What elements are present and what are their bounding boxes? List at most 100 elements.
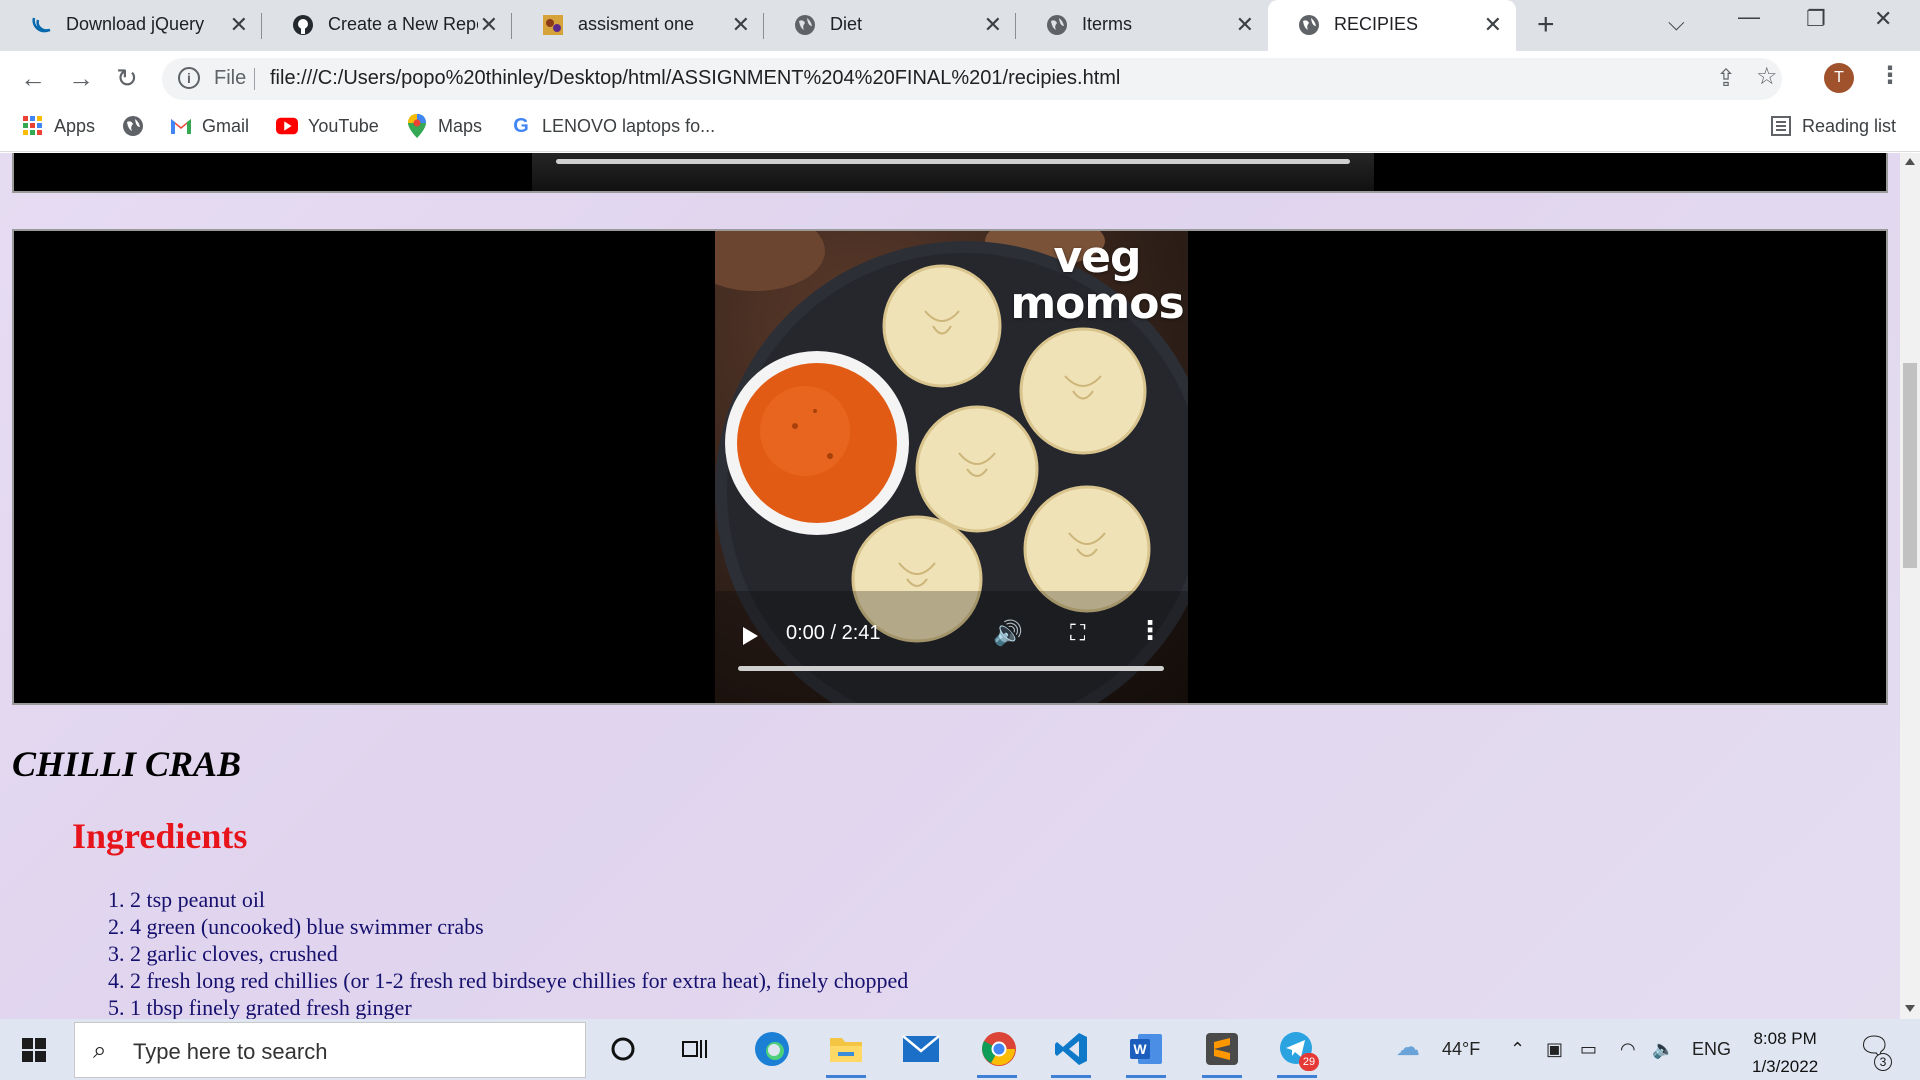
video-time: 0:00 / 2:41 [786, 622, 881, 644]
gmail-icon [170, 115, 192, 137]
battery-icon[interactable]: ▭ [1580, 1039, 1597, 1060]
tab-title: RECIPIES [1334, 14, 1419, 34]
reload-icon[interactable]: ↻ [116, 63, 138, 94]
more-options-icon[interactable]: ⋮ [1137, 615, 1163, 646]
tab-jquery[interactable]: Download jQuery | ✕ [0, 0, 262, 51]
list-item: 5. 1 tbsp finely grated fresh ginger [108, 995, 412, 1019]
image-icon [543, 15, 563, 35]
close-window-icon[interactable]: ✕ [1874, 6, 1892, 32]
tab-title: Create a New Repo [328, 14, 478, 34]
sublime-text-icon[interactable] [1200, 1027, 1244, 1078]
bookmark-globe[interactable] [122, 115, 154, 137]
meet-now-icon[interactable]: ▣ [1546, 1039, 1563, 1060]
telegram-icon[interactable]: 29 [1275, 1027, 1319, 1078]
tab-iterms[interactable]: Iterms ✕ [1016, 0, 1268, 51]
address-bar[interactable]: i File file:///C:/Users/popo%20thinley/D… [162, 58, 1782, 100]
windows-start-icon[interactable] [22, 1038, 46, 1062]
bookmark-label: LENOVO laptops fo... [542, 115, 716, 136]
tab-assisment-one[interactable]: assisment one ✕ [512, 0, 764, 51]
search-icon: ⌕ [93, 1037, 107, 1064]
wifi-icon[interactable]: ◠ [1620, 1039, 1636, 1060]
volume-icon[interactable]: 🔈 [1652, 1039, 1674, 1060]
windows-taskbar: ⌕ Type here to search W 29 ☁ 44°F ⌃ ▣ ▭ … [0, 1019, 1920, 1080]
weather-icon[interactable]: ☁ [1396, 1033, 1420, 1062]
bookmark-label: Gmail [202, 115, 250, 136]
play-icon[interactable] [743, 627, 758, 645]
taskbar-search-box[interactable]: ⌕ Type here to search [74, 1022, 586, 1078]
globe-icon [795, 15, 815, 35]
overlay-line-momos: momos [1010, 278, 1184, 329]
active-indicator [1277, 1075, 1317, 1078]
scrollbar-thumb[interactable] [1903, 363, 1917, 568]
chevron-up-icon[interactable]: ⌃ [1510, 1039, 1525, 1060]
close-tab-icon[interactable]: ✕ [1236, 12, 1254, 38]
mail-icon[interactable] [899, 1027, 943, 1071]
word-icon[interactable]: W [1124, 1027, 1168, 1078]
chrome-icon[interactable] [975, 1027, 1023, 1078]
tab-github[interactable]: Create a New Repo ✕ [262, 0, 512, 51]
overlay-line-veg: veg [1053, 232, 1141, 283]
video-player-previous[interactable] [12, 153, 1888, 193]
video-player-momos[interactable]: veg momos 0:00 / 2:41 🔊 ⛶ ⋮ [12, 229, 1888, 705]
tab-strip: Download jQuery | ✕ Create a New Repo ✕ … [0, 0, 1920, 51]
globe-icon [122, 115, 144, 137]
site-info-icon[interactable]: i [178, 67, 200, 89]
close-tab-icon[interactable]: ✕ [984, 12, 1002, 38]
bookmark-gmail[interactable]: Gmail [170, 115, 249, 137]
bookmark-label: Apps [54, 115, 96, 136]
active-indicator [1051, 1075, 1091, 1078]
notification-count: 3 [1874, 1053, 1892, 1071]
close-tab-icon[interactable]: ✕ [230, 12, 248, 38]
bookmarks-bar: Apps Gmail YouTube Maps G LENOVO laptops… [0, 107, 1920, 152]
globe-icon [1047, 15, 1067, 35]
browser-toolbar: ← → ↻ i File file:///C:/Users/popo%20thi… [0, 51, 1920, 107]
tab-title: Iterms [1082, 14, 1133, 34]
close-tab-icon[interactable]: ✕ [732, 12, 750, 38]
file-explorer-icon[interactable] [824, 1027, 868, 1078]
bookmark-youtube[interactable]: YouTube [276, 115, 379, 137]
address-divider [254, 68, 255, 90]
back-arrow-icon[interactable]: ← [20, 63, 46, 94]
scroll-up-icon[interactable] [1905, 158, 1915, 165]
chrome-menu-icon[interactable]: ⋮ [1878, 61, 1902, 90]
task-view-icon[interactable] [673, 1027, 717, 1071]
list-item: 3. 2 garlic cloves, crushed [108, 941, 338, 966]
language-indicator[interactable]: ENG [1692, 1039, 1731, 1060]
clock-time: 8:08 PM [1753, 1029, 1817, 1048]
minimize-icon[interactable]: — [1738, 4, 1760, 30]
restore-icon[interactable]: ❐ [1806, 6, 1826, 32]
tab-diet[interactable]: Diet ✕ [764, 0, 1016, 51]
scroll-down-icon[interactable] [1905, 1005, 1915, 1012]
bookmark-star-icon[interactable]: ☆ [1756, 62, 1778, 91]
volume-icon[interactable]: 🔊 [993, 619, 1023, 648]
ingredient-list: 1. 2 tsp peanut oil 2. 4 green (uncooked… [108, 886, 908, 1019]
weather-temp[interactable]: 44°F [1442, 1039, 1480, 1060]
reading-list-icon [1770, 115, 1792, 137]
video-overlay-title: veg momos [1007, 235, 1187, 327]
taskbar-clock[interactable]: 8:08 PM 1/3/2022 [1752, 1025, 1818, 1080]
close-tab-icon[interactable]: ✕ [1484, 12, 1502, 38]
bookmark-apps[interactable]: Apps [22, 115, 95, 137]
google-icon: G [513, 114, 529, 137]
video-seekbar[interactable] [738, 666, 1164, 671]
cortana-icon[interactable] [601, 1027, 645, 1071]
tab-search-chevron-icon[interactable]: ⌵ [1668, 10, 1685, 36]
share-icon[interactable]: ⇪ [1716, 64, 1736, 93]
tab-recipies[interactable]: RECIPIES ✕ [1268, 0, 1516, 51]
page-scrollbar[interactable] [1900, 153, 1920, 1019]
edge-icon[interactable] [750, 1027, 794, 1071]
close-tab-icon[interactable]: ✕ [480, 12, 498, 38]
profile-avatar[interactable]: T [1824, 63, 1854, 93]
url-text[interactable]: file:///C:/Users/popo%20thinley/Desktop/… [270, 67, 1120, 90]
reading-list-button[interactable]: Reading list [1770, 115, 1896, 137]
bookmark-lenovo[interactable]: G LENOVO laptops fo... [510, 115, 715, 137]
video-seekbar[interactable] [556, 159, 1350, 164]
scheme-label: File [214, 67, 247, 89]
reading-list-label: Reading list [1802, 115, 1897, 136]
vscode-icon[interactable] [1049, 1027, 1093, 1078]
forward-arrow-icon[interactable]: → [68, 63, 94, 94]
bookmark-maps[interactable]: Maps [406, 114, 482, 138]
new-tab-button[interactable]: + [1537, 8, 1555, 42]
fullscreen-icon[interactable]: ⛶ [1070, 620, 1085, 646]
active-indicator [1126, 1075, 1166, 1078]
